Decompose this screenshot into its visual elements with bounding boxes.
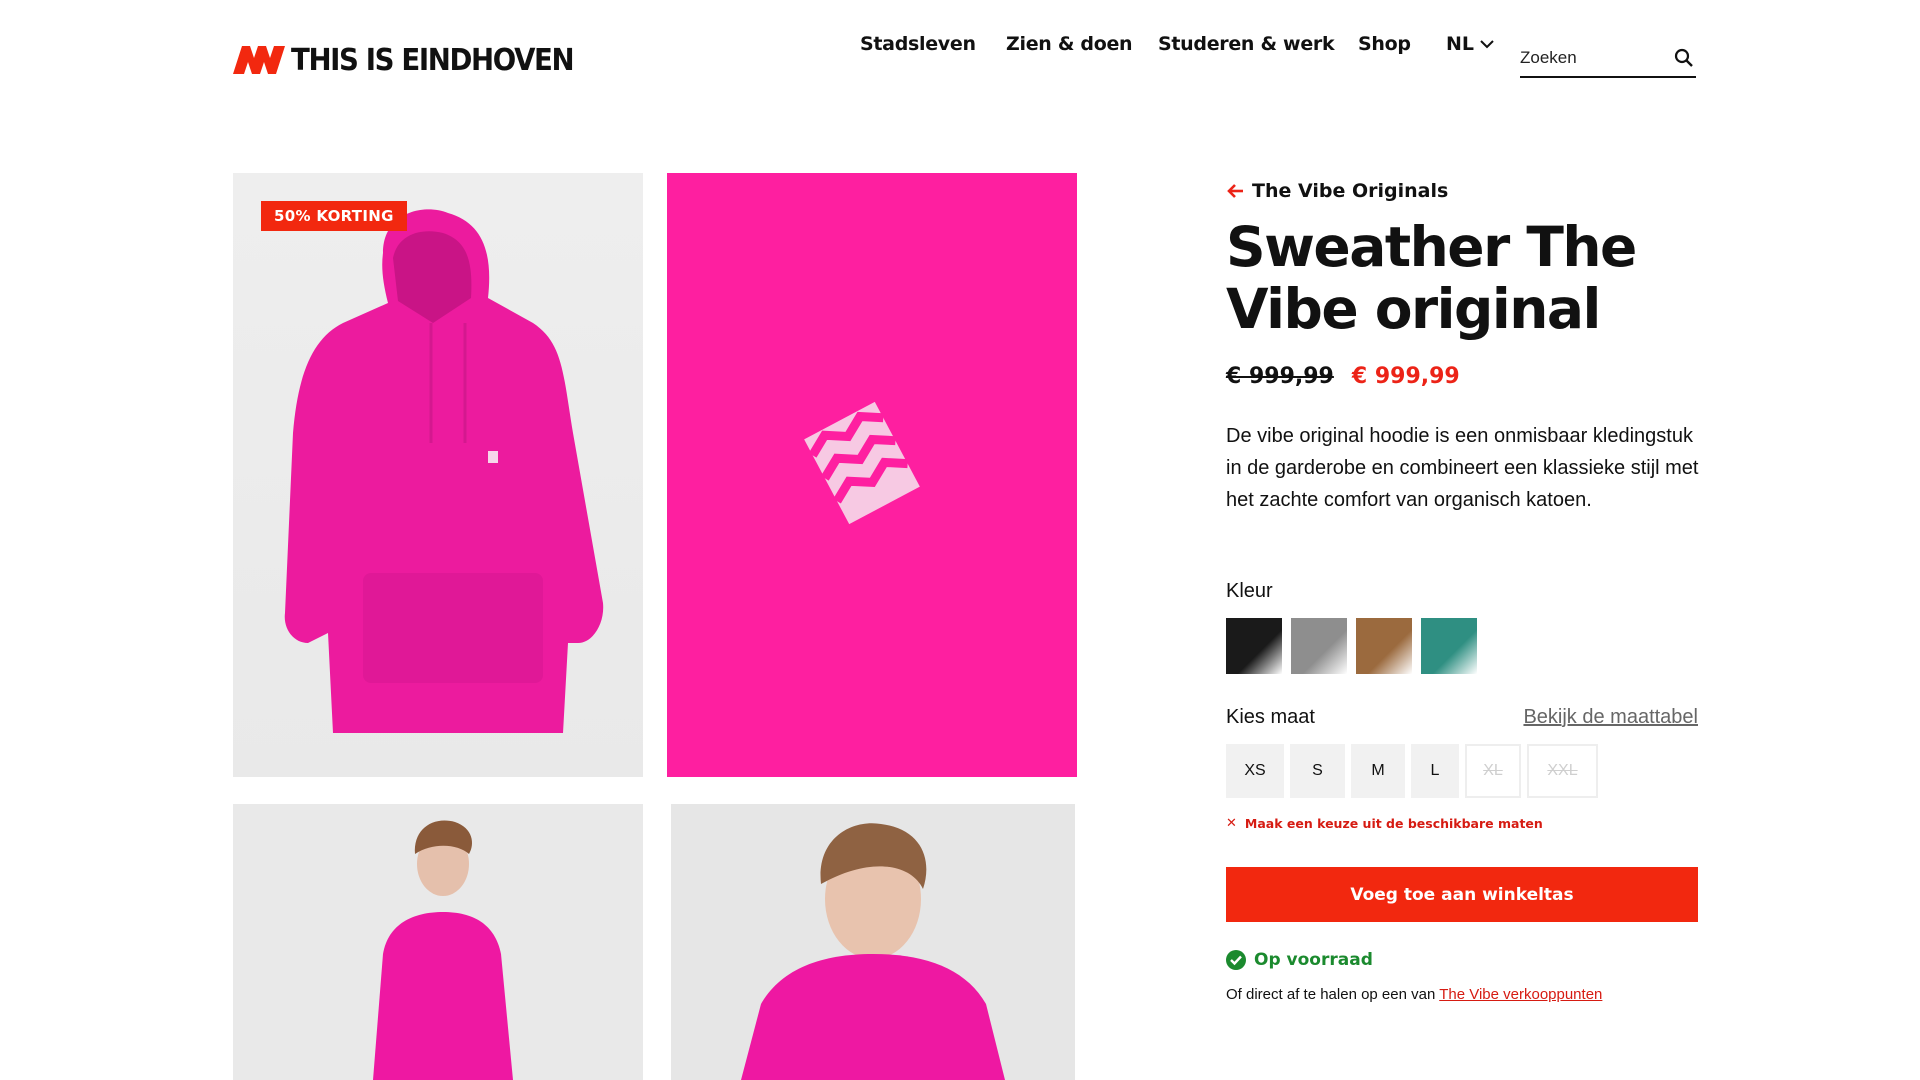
logo-text: THIS IS EINDHOVEN <box>291 42 575 78</box>
nav-item-studeren-werk[interactable]: Studeren & werk <box>1158 33 1335 55</box>
add-to-cart-button[interactable]: Voeg toe aan winkeltas <box>1226 867 1698 922</box>
size-option-xxl: XXL <box>1527 744 1598 798</box>
price-block: € 999,99 € 999,99 <box>1226 364 1460 389</box>
size-options: XS S M L XL XXL <box>1226 744 1604 798</box>
search-input[interactable] <box>1520 48 1670 68</box>
color-swatch-black[interactable] <box>1226 618 1282 674</box>
logo-mark-icon <box>233 46 285 74</box>
model-illustration-1 <box>373 820 513 1080</box>
pickup-text: Of direct af te halen op een van <box>1226 986 1440 1003</box>
color-swatch-teal[interactable] <box>1421 618 1477 674</box>
back-to-collection-link[interactable]: The Vibe Originals <box>1226 180 1448 202</box>
stock-status: Op voorraad <box>1226 950 1373 970</box>
size-option-xl: XL <box>1465 744 1521 798</box>
search-box <box>1520 40 1696 78</box>
size-option-xs[interactable]: XS <box>1226 744 1284 798</box>
size-option-l[interactable]: L <box>1411 744 1459 798</box>
collection-label: The Vibe Originals <box>1252 180 1449 202</box>
product-image-model-full[interactable] <box>233 804 643 1080</box>
language-selector[interactable]: NL <box>1446 33 1494 55</box>
pickup-info: Of direct af te halen op een van The Vib… <box>1226 986 1602 1003</box>
search-icon[interactable] <box>1674 48 1694 68</box>
nav-item-stadsleven[interactable]: Stadsleven <box>860 33 976 55</box>
size-chart-link[interactable]: Bekijk de maattabel <box>1523 706 1698 729</box>
site-logo[interactable]: THIS IS EINDHOVEN <box>233 40 598 80</box>
color-swatch-brown[interactable] <box>1356 618 1412 674</box>
hoodie-illustration <box>284 209 604 734</box>
size-error-message: ✕ Maak een keuze uit de beschikbare mate… <box>1226 816 1543 831</box>
discount-badge: 50% KORTING <box>261 201 407 231</box>
logo-embroidery-illustration <box>804 401 920 525</box>
site-header: THIS IS EINDHOVEN Stadsleven Zien & doen… <box>0 0 1920 120</box>
nav-item-zien-doen[interactable]: Zien & doen <box>1006 33 1133 55</box>
color-swatch-grey[interactable] <box>1291 618 1347 674</box>
stock-label: Op voorraad <box>1254 950 1373 970</box>
error-x-icon: ✕ <box>1226 816 1237 831</box>
error-text: Maak een keuze uit de beschikbare maten <box>1244 816 1543 831</box>
product-description: De vibe original hoodie is een onmisbaar… <box>1226 425 1699 511</box>
language-label: NL <box>1446 33 1475 55</box>
product-image-model-closeup[interactable] <box>671 804 1075 1080</box>
product-title: Sweather The Vibe original <box>1226 215 1637 341</box>
size-label: Kies maat <box>1226 706 1315 728</box>
chevron-down-icon <box>1480 40 1494 49</box>
size-option-s[interactable]: S <box>1290 744 1345 798</box>
product-image-detail[interactable] <box>667 173 1077 777</box>
price-discounted: € 999,99 <box>1351 364 1460 389</box>
nav-item-shop[interactable]: Shop <box>1358 33 1411 55</box>
product-image-hoodie-front[interactable] <box>233 173 643 777</box>
check-circle-icon <box>1226 950 1246 970</box>
color-label: Kleur <box>1226 580 1273 602</box>
size-option-m[interactable]: M <box>1351 744 1405 798</box>
color-swatches <box>1226 618 1486 674</box>
arrow-left-icon <box>1227 184 1243 198</box>
price-original: € 999,99 <box>1226 364 1334 389</box>
model-illustration-2 <box>741 823 1005 1080</box>
pickup-locations-link[interactable]: The Vibe verkooppunten <box>1439 986 1602 1003</box>
